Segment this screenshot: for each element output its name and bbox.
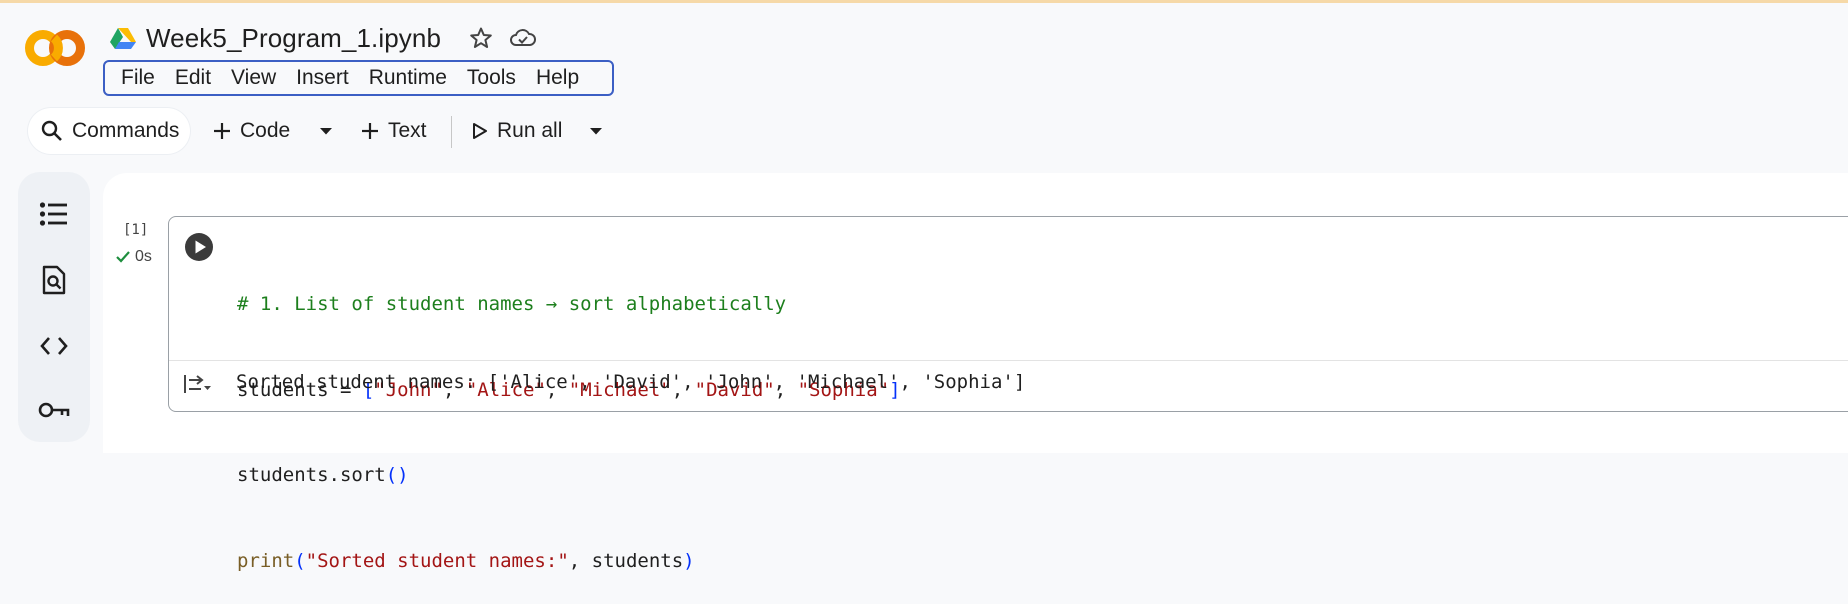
star-icon[interactable] [467, 24, 495, 52]
code-snippets-icon[interactable] [38, 330, 70, 362]
menu-bar: File Edit View Insert Runtime Tools Help [103, 60, 614, 96]
menu-tools[interactable]: Tools [457, 66, 526, 90]
code-label: Code [240, 119, 291, 142]
google-drive-icon[interactable] [110, 27, 136, 49]
plus-icon [214, 123, 230, 139]
output-actions-icon[interactable] [182, 372, 212, 396]
menu-edit[interactable]: Edit [165, 66, 221, 90]
menu-help[interactable]: Help [526, 66, 589, 90]
run-all-button[interactable]: Run all [471, 108, 562, 154]
notebook-title[interactable]: Week5_Program_1.ipynb [146, 23, 441, 54]
colab-logo[interactable] [24, 30, 86, 66]
caret-down-icon [320, 128, 332, 135]
menu-runtime[interactable]: Runtime [359, 66, 457, 90]
toolbar-divider [451, 116, 452, 148]
commands-label: Commands [72, 119, 180, 142]
code-line: # 1. List of student names → sort alphab… [237, 293, 787, 315]
menu-view[interactable]: View [221, 66, 286, 90]
menu-insert[interactable]: Insert [286, 66, 359, 90]
code-dropdown-button[interactable] [318, 108, 342, 154]
play-outline-icon [473, 123, 487, 139]
menu-file[interactable]: File [111, 66, 165, 90]
run-cell-button[interactable] [184, 232, 214, 262]
output-divider [169, 360, 1848, 361]
search-icon [41, 120, 62, 141]
toolbar: Commands Code Text Run all [0, 100, 1848, 160]
secrets-key-icon[interactable] [38, 394, 70, 426]
commands-button[interactable]: Commands [28, 108, 190, 154]
left-sidebar [18, 172, 90, 442]
plus-icon [362, 123, 378, 139]
cell-output: Sorted student names: ['Alice', 'David',… [236, 371, 1026, 393]
check-icon [116, 251, 130, 263]
code-editor[interactable]: # 1. List of student names → sort alphab… [237, 233, 901, 604]
text-label: Text [388, 119, 427, 142]
caret-down-icon [590, 128, 602, 135]
find-replace-icon[interactable] [38, 264, 70, 296]
title-row: Week5_Program_1.ipynb [110, 18, 551, 58]
code-line: students.sort() [237, 464, 409, 486]
top-accent-line [0, 0, 1848, 3]
cloud-saved-icon[interactable] [509, 24, 537, 52]
execution-count: [1] [123, 222, 149, 238]
run-all-dropdown-button[interactable] [588, 108, 612, 154]
add-text-button[interactable]: Text [360, 108, 427, 154]
table-of-contents-icon[interactable] [38, 198, 70, 230]
execution-time: 0s [135, 248, 152, 265]
code-line: print("Sorted student names:", students) [237, 549, 695, 572]
add-code-button[interactable]: Code [212, 108, 290, 154]
execution-status: 0s [115, 248, 152, 266]
run-all-label: Run all [497, 119, 563, 142]
